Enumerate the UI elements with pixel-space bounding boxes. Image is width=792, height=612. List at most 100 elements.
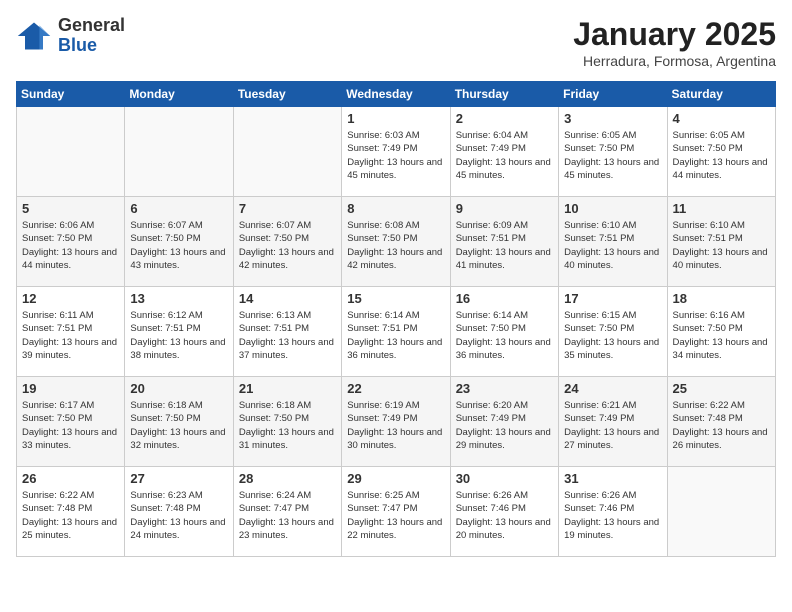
calendar-cell: 18Sunrise: 6:16 AMSunset: 7:50 PMDayligh… <box>667 287 775 377</box>
sunrise-time: Sunrise: 6:04 AM <box>456 130 528 141</box>
sunset-time: Sunset: 7:47 PM <box>347 503 417 514</box>
sunset-time: Sunset: 7:50 PM <box>239 413 309 424</box>
col-wednesday: Wednesday <box>342 82 450 107</box>
logo-general-text: General <box>58 15 125 35</box>
logo-blue-text: Blue <box>58 35 97 55</box>
cell-content: Sunrise: 6:04 AM Sunset: 7:49 PM Daylight:… <box>456 129 553 182</box>
cell-content: Sunrise: 6:24 AMSunset: 7:47 PMDaylight:… <box>239 489 336 542</box>
daylight-hours: Daylight: 13 hours and 35 minutes. <box>564 337 659 361</box>
sunset-time: Sunset: 7:48 PM <box>130 503 200 514</box>
cell-content: Sunrise: 6:26 AMSunset: 7:46 PMDaylight:… <box>564 489 661 542</box>
calendar-cell: 21Sunrise: 6:18 AMSunset: 7:50 PMDayligh… <box>233 377 341 467</box>
sunrise-time: Sunrise: 6:19 AM <box>347 400 419 411</box>
cell-content: Sunrise: 6:13 AMSunset: 7:51 PMDaylight:… <box>239 309 336 362</box>
calendar-body: 1Sunrise: 6:03 AMSunset: 7:49 PMDaylight… <box>17 107 776 557</box>
daylight-hours: Daylight: 13 hours and 33 minutes. <box>22 427 117 451</box>
sunset-time: Sunset: 7:48 PM <box>22 503 92 514</box>
calendar-cell: 6Sunrise: 6:07 AMSunset: 7:50 PMDaylight… <box>125 197 233 287</box>
title-block: January 2025 Herradura, Formosa, Argenti… <box>573 16 776 69</box>
sunset-time: Sunset: 7:49 PM <box>347 413 417 424</box>
sunrise-time: Sunrise: 6:18 AM <box>130 400 202 411</box>
sunset-time: Sunset: 7:50 PM <box>564 143 634 154</box>
calendar-cell: 13Sunrise: 6:12 AMSunset: 7:51 PMDayligh… <box>125 287 233 377</box>
col-saturday: Saturday <box>667 82 775 107</box>
cell-content: Sunrise: 6:12 AMSunset: 7:51 PMDaylight:… <box>130 309 227 362</box>
sunrise-time: Sunrise: 6:24 AM <box>239 490 311 501</box>
calendar-cell: 1Sunrise: 6:03 AMSunset: 7:49 PMDaylight… <box>342 107 450 197</box>
calendar-cell: 19Sunrise: 6:17 AMSunset: 7:50 PMDayligh… <box>17 377 125 467</box>
sunrise-time: Sunrise: 6:23 AM <box>130 490 202 501</box>
day-number: 10 <box>564 201 661 216</box>
sunrise-time: Sunrise: 6:17 AM <box>22 400 94 411</box>
sunrise-time: Sunrise: 6:15 AM <box>564 310 636 321</box>
day-number: 7 <box>239 201 336 216</box>
day-number: 31 <box>564 471 661 486</box>
col-sunday: Sunday <box>17 82 125 107</box>
sunrise-time: Sunrise: 6:07 AM <box>239 220 311 231</box>
daylight-hours: Daylight: 13 hours and 44 minutes. <box>673 157 768 181</box>
day-number: 4 <box>673 111 770 126</box>
cell-content: Sunrise: 6:23 AM Sunset: 7:48 PM Daylight:… <box>130 489 227 542</box>
daylight-hours: Daylight: 13 hours and 45 minutes. <box>347 157 442 181</box>
calendar-cell: 7Sunrise: 6:07 AMSunset: 7:50 PMDaylight… <box>233 197 341 287</box>
sunset-time: Sunset: 7:50 PM <box>456 323 526 334</box>
daylight-hours: Daylight: 13 hours and 32 minutes. <box>130 427 225 451</box>
sunset-time: Sunset: 7:49 PM <box>456 143 526 154</box>
location-subtitle: Herradura, Formosa, Argentina <box>573 53 776 69</box>
cell-content: Sunrise: 6:22 AMSunset: 7:48 PMDaylight:… <box>22 489 119 542</box>
daylight-hours: Daylight: 13 hours and 24 minutes. <box>130 517 225 541</box>
cell-content: Sunrise: 6:06 AMSunset: 7:50 PMDaylight:… <box>22 219 119 272</box>
calendar-cell: 5 Sunrise: 6:06 AMSunset: 7:50 PMDaylight… <box>17 197 125 287</box>
calendar-cell: 22Sunrise: 6:19 AMSunset: 7:49 PMDayligh… <box>342 377 450 467</box>
daylight-hours: Daylight: 13 hours and 22 minutes. <box>347 517 442 541</box>
day-number: 3 <box>564 111 661 126</box>
day-number: 1 <box>347 111 444 126</box>
sunset-time: Sunset: 7:50 PM <box>130 233 200 244</box>
day-number: 9 <box>456 201 553 216</box>
day-number: 27 <box>130 471 227 486</box>
sunrise-time: Sunrise: 6:05 AM <box>564 130 636 141</box>
calendar-week-2: 5 Sunrise: 6:06 AMSunset: 7:50 PMDaylight… <box>17 197 776 287</box>
daylight-hours: Daylight: 13 hours and 29 minutes. <box>456 427 551 451</box>
calendar-cell: 31 Sunrise: 6:26 AMSunset: 7:46 PMDayligh… <box>559 467 667 557</box>
col-friday: Friday <box>559 82 667 107</box>
sunset-time: Sunset: 7:50 PM <box>22 413 92 424</box>
cell-content: Sunrise: 6:20 AMSunset: 7:49 PMDaylight:… <box>456 399 553 452</box>
cell-content: Sunrise: 6:18 AMSunset: 7:50 PMDaylight:… <box>130 399 227 452</box>
day-number: 5 <box>22 201 119 216</box>
cell-content: Sunrise: 6:08 AMSunset: 7:50 PMDaylight:… <box>347 219 444 272</box>
sunrise-time: Sunrise: 6:26 AM <box>564 490 636 501</box>
calendar-cell: 14Sunrise: 6:13 AMSunset: 7:51 PMDayligh… <box>233 287 341 377</box>
sunset-time: Sunset: 7:50 PM <box>673 143 743 154</box>
sunrise-time: Sunrise: 6:11 AM <box>22 310 94 321</box>
logo: General Blue <box>16 16 125 56</box>
day-number: 30 <box>456 471 553 486</box>
cell-content: Sunrise: 6:26 AMSunset: 7:46 PMDaylight:… <box>456 489 553 542</box>
cell-content: Sunrise: 6:09 AMSunset: 7:51 PMDaylight:… <box>456 219 553 272</box>
daylight-hours: Daylight: 13 hours and 30 minutes. <box>347 427 442 451</box>
day-number: 16 <box>456 291 553 306</box>
calendar-cell: 29Sunrise: 6:25 AMSunset: 7:47 PMDayligh… <box>342 467 450 557</box>
cell-content: Sunrise: 6:19 AM Sunset: 7:49 PM Daylight:… <box>347 399 444 452</box>
daylight-hours: Daylight: 13 hours and 20 minutes. <box>456 517 551 541</box>
calendar-cell: 23Sunrise: 6:20 AMSunset: 7:49 PMDayligh… <box>450 377 558 467</box>
calendar-cell: 11Sunrise: 6:10 AMSunset: 7:51 PMDayligh… <box>667 197 775 287</box>
calendar-cell <box>17 107 125 197</box>
sunset-time: Sunset: 7:51 PM <box>22 323 92 334</box>
calendar-week-4: 19Sunrise: 6:17 AMSunset: 7:50 PMDayligh… <box>17 377 776 467</box>
daylight-hours: Daylight: 13 hours and 27 minutes. <box>564 427 659 451</box>
daylight-hours: Daylight: 13 hours and 19 minutes. <box>564 517 659 541</box>
cell-content: Sunrise: 6:18 AMSunset: 7:50 PMDaylight:… <box>239 399 336 452</box>
day-number: 28 <box>239 471 336 486</box>
calendar-cell: 26Sunrise: 6:22 AMSunset: 7:48 PMDayligh… <box>17 467 125 557</box>
sunrise-time: Sunrise: 6:08 AM <box>347 220 419 231</box>
daylight-hours: Daylight: 13 hours and 45 minutes. <box>456 157 551 181</box>
sunset-time: Sunset: 7:49 PM <box>456 413 526 424</box>
calendar-week-1: 1Sunrise: 6:03 AMSunset: 7:49 PMDaylight… <box>17 107 776 197</box>
page-header: General Blue January 2025 Herradura, For… <box>16 16 776 69</box>
sunrise-time: Sunrise: 6:13 AM <box>239 310 311 321</box>
month-title: January 2025 <box>573 16 776 53</box>
day-number: 25 <box>673 381 770 396</box>
daylight-hours: Daylight: 13 hours and 40 minutes. <box>673 247 768 271</box>
calendar-cell: 3Sunrise: 6:05 AMSunset: 7:50 PMDaylight… <box>559 107 667 197</box>
